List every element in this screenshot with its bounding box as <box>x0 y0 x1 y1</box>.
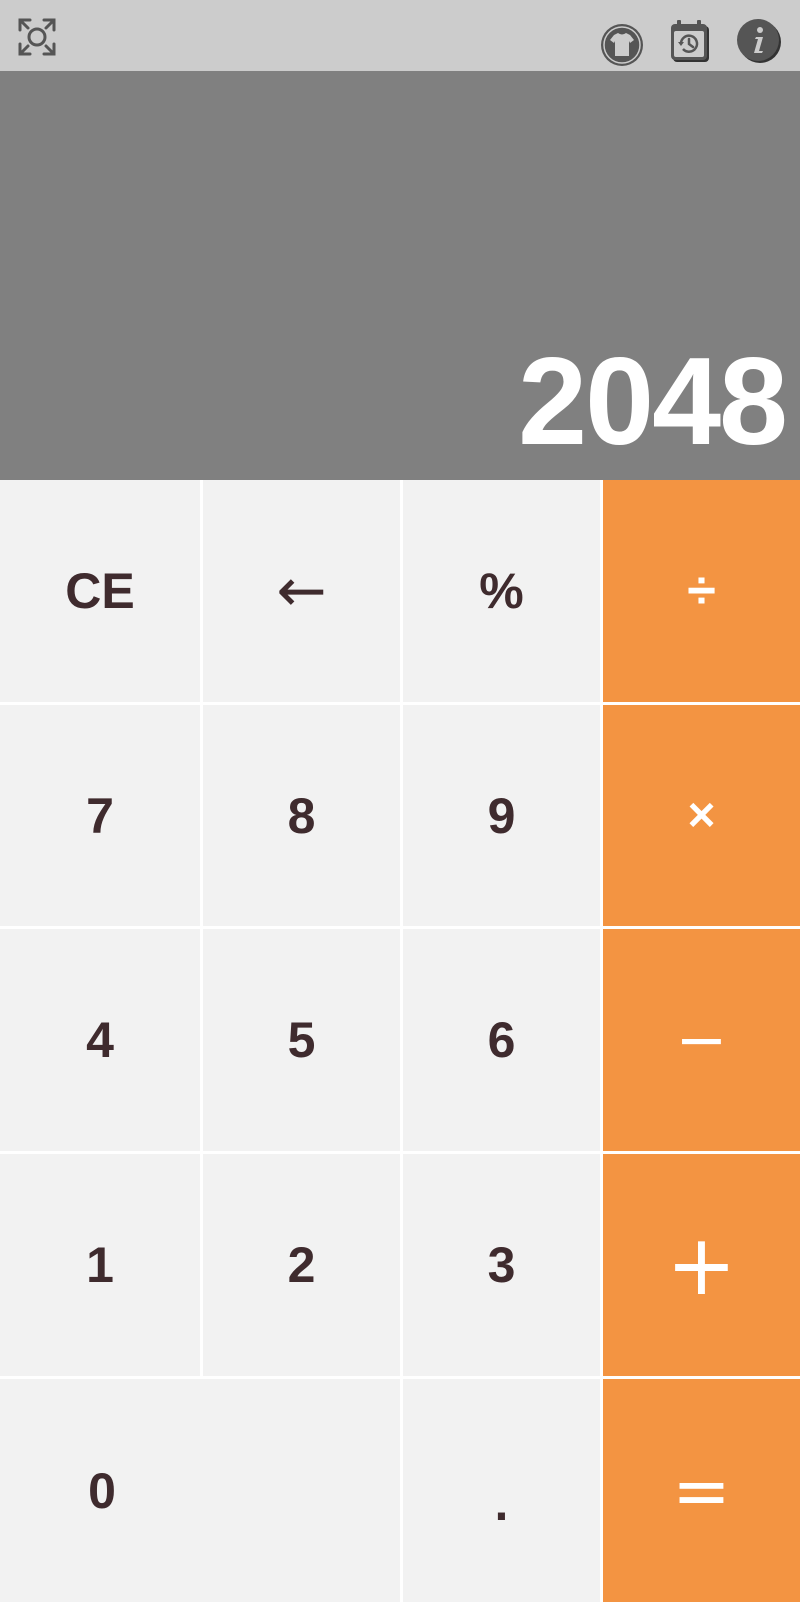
subtract-button[interactable]: − <box>603 929 800 1151</box>
key-label: CE <box>65 563 135 619</box>
key-label: 4 <box>86 1012 114 1068</box>
key-label: 7 <box>86 787 114 844</box>
result-display: 2048 <box>0 71 800 480</box>
digit-7-button[interactable]: 7 <box>0 705 200 926</box>
history-icon <box>671 20 709 62</box>
keypad: CE ← % ÷ 7 8 9 × 4 5 6 − 1 2 3 + 0 . = <box>0 480 800 1602</box>
key-label: = <box>672 1449 731 1532</box>
digit-3-button[interactable]: 3 <box>403 1154 600 1376</box>
digit-1-button[interactable]: 1 <box>0 1154 200 1376</box>
display-value: 2048 <box>518 333 788 471</box>
history-button[interactable] <box>668 18 714 66</box>
key-label: 0 <box>88 1462 116 1519</box>
key-label: 2 <box>287 1237 316 1293</box>
clear-entry-button[interactable]: CE <box>0 480 200 702</box>
key-label: . <box>494 1474 509 1531</box>
key-label: − <box>675 1003 728 1076</box>
decimal-point-button[interactable]: . <box>403 1379 600 1602</box>
backspace-button[interactable]: ← <box>203 480 400 702</box>
info-button[interactable] <box>736 18 782 64</box>
fullscreen-button[interactable] <box>14 14 60 60</box>
key-label: × <box>687 788 716 842</box>
tshirt-theme-icon <box>601 24 643 66</box>
key-label: 3 <box>487 1237 516 1293</box>
multiply-button[interactable]: × <box>603 705 800 926</box>
digit-9-button[interactable]: 9 <box>403 705 600 926</box>
key-label: 8 <box>287 787 316 844</box>
digit-8-button[interactable]: 8 <box>203 705 400 926</box>
fullscreen-icon <box>18 18 56 56</box>
digit-6-button[interactable]: 6 <box>403 929 600 1151</box>
key-label: % <box>479 563 524 619</box>
digit-2-button[interactable]: 2 <box>203 1154 400 1376</box>
divide-button[interactable]: ÷ <box>603 480 800 702</box>
digit-4-button[interactable]: 4 <box>0 929 200 1151</box>
key-label: + <box>666 1216 737 1314</box>
top-toolbar <box>0 0 800 71</box>
key-label: ÷ <box>687 562 716 620</box>
digit-0-button[interactable]: 0 <box>0 1379 400 1602</box>
calculator-app: 2048 CE ← % ÷ 7 8 9 × 4 5 6 − 1 2 3 + 0 … <box>0 0 800 1602</box>
key-label: 1 <box>86 1237 114 1293</box>
key-label: 9 <box>487 787 516 844</box>
key-label: ← <box>276 556 327 626</box>
info-icon <box>737 19 781 63</box>
digit-5-button[interactable]: 5 <box>203 929 400 1151</box>
add-button[interactable]: + <box>603 1154 800 1376</box>
percent-button[interactable]: % <box>403 480 600 702</box>
key-label: 6 <box>487 1012 516 1068</box>
equals-button[interactable]: = <box>603 1379 800 1602</box>
key-label: 5 <box>287 1012 316 1068</box>
theme-button[interactable] <box>598 21 646 69</box>
